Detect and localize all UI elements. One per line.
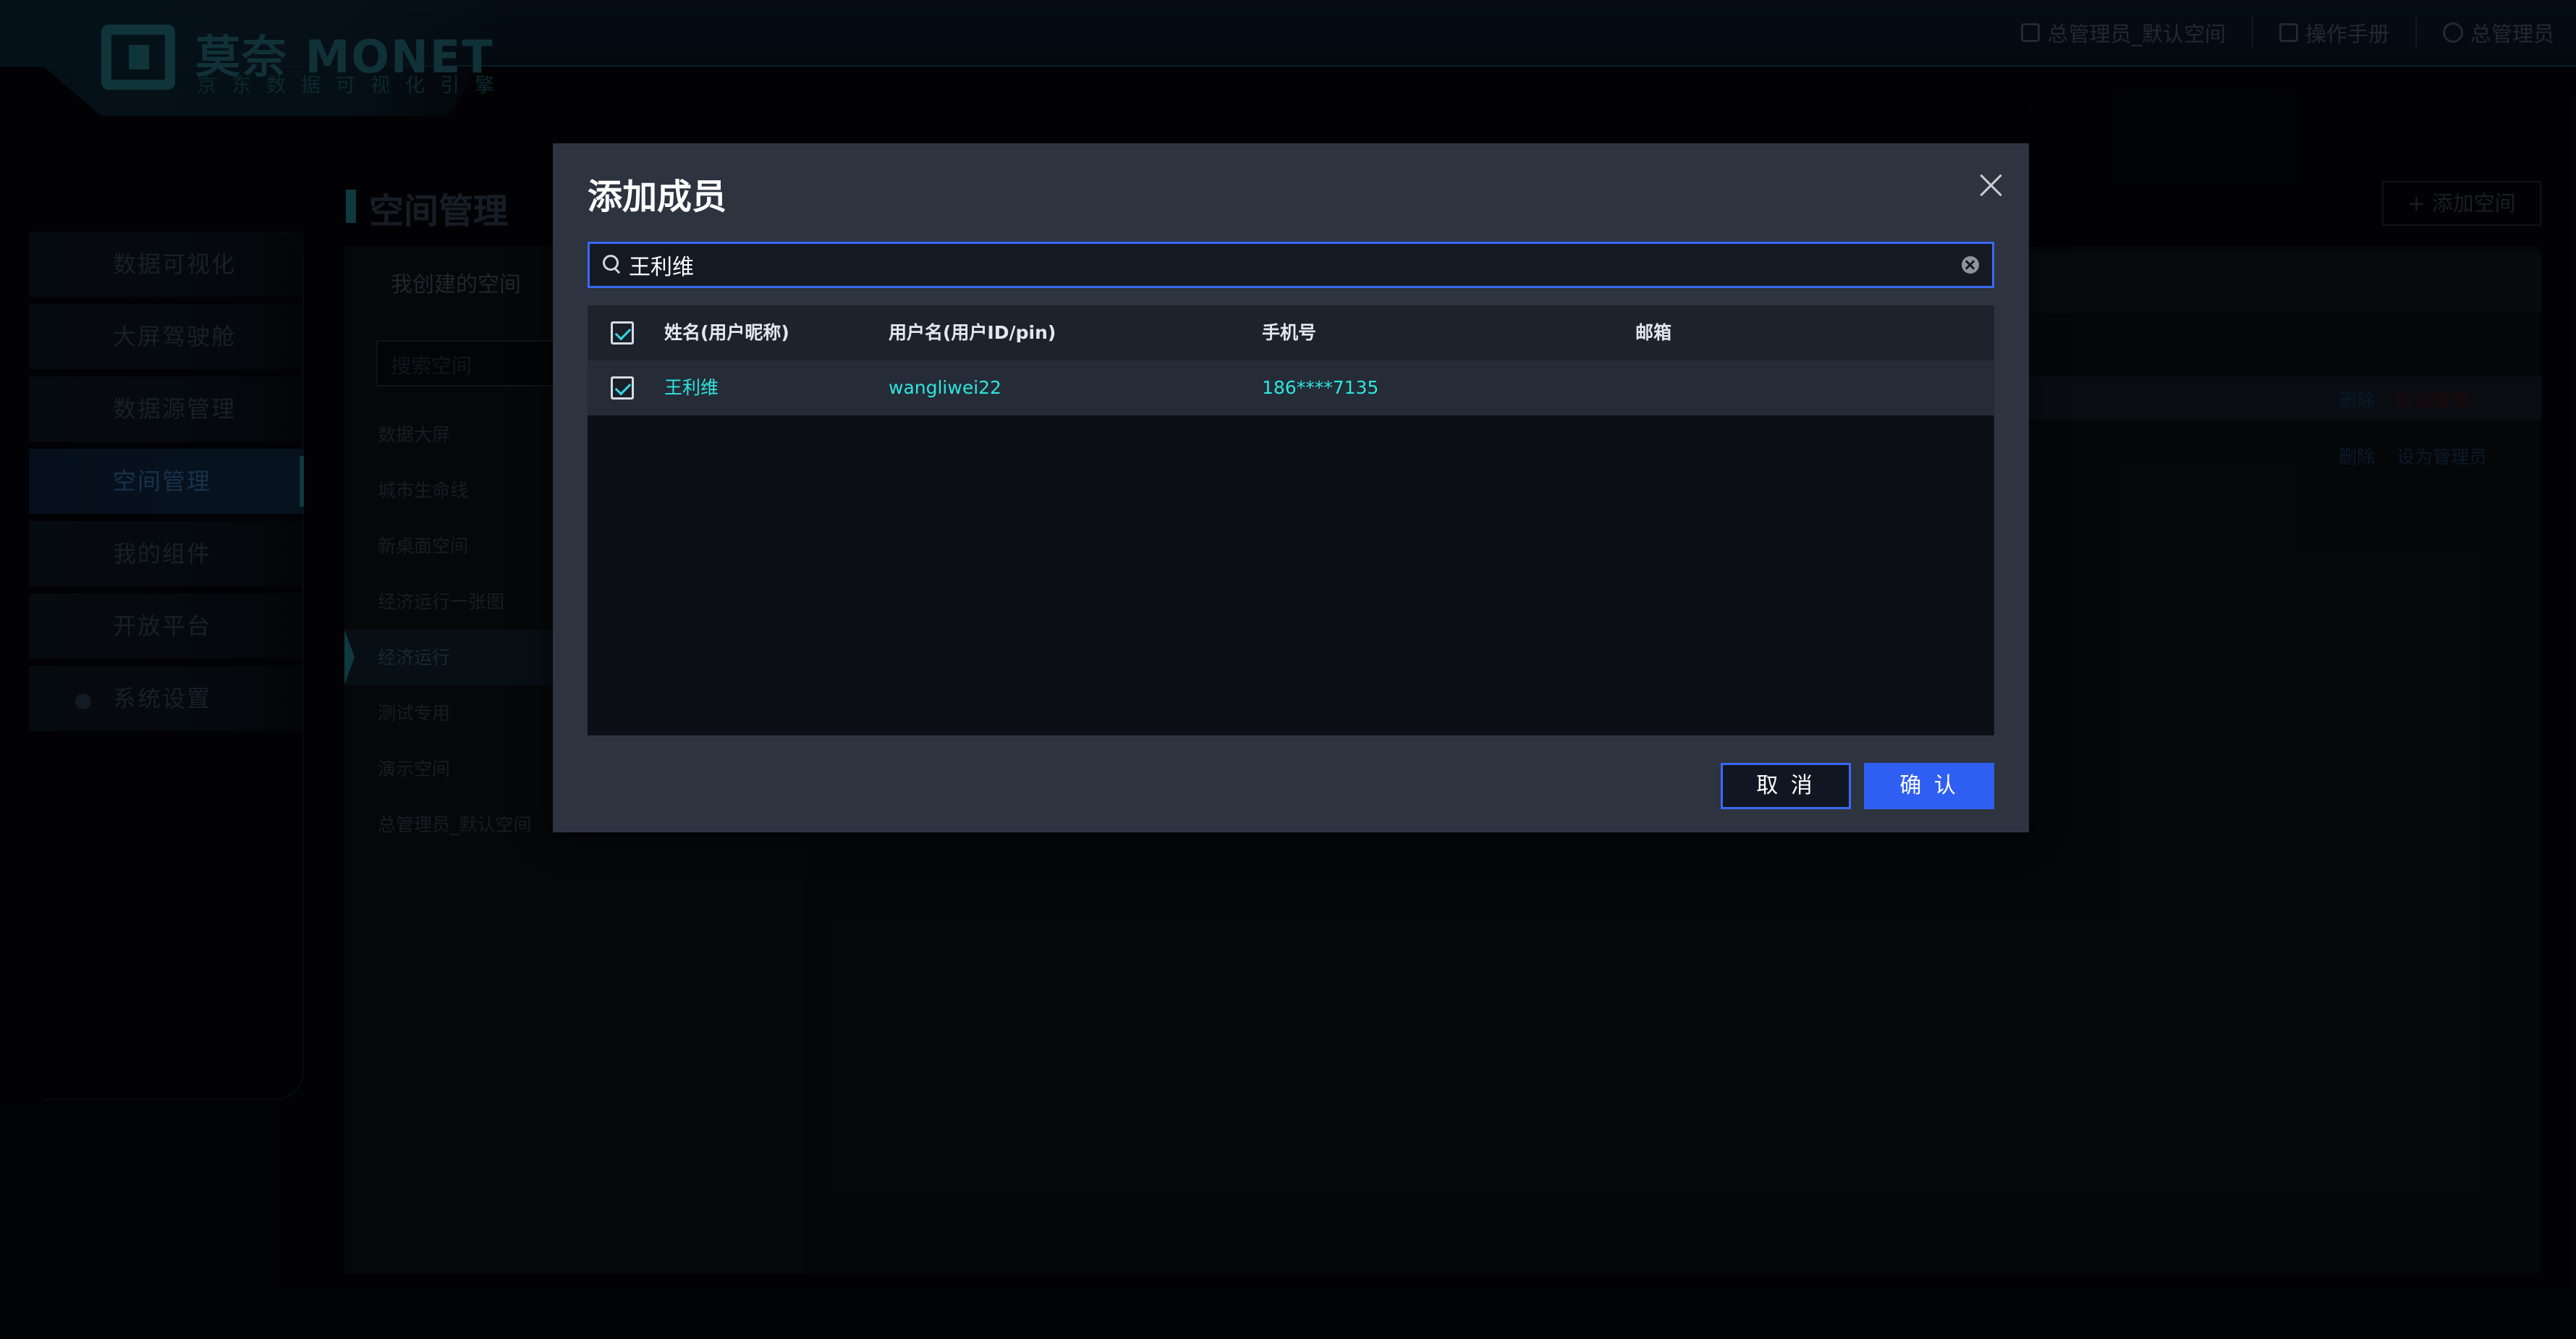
clear-icon[interactable] — [1962, 256, 1979, 274]
cell-phone: 186****7135 — [1262, 377, 1379, 398]
cell-username: wangliwei22 — [889, 377, 1001, 398]
cancel-button[interactable]: 取 消 — [1721, 763, 1851, 809]
table-row[interactable]: 王利维 wangliwei22 186****7135 — [588, 360, 1994, 415]
add-member-dialog: 添加成员 姓名(用户昵称) 用户名(用户ID/pin) 手机号 邮箱 王利维 w… — [553, 143, 2029, 832]
member-search-box — [588, 242, 1994, 288]
column-header-username: 用户名(用户ID/pin) — [889, 322, 1056, 343]
member-search-input[interactable] — [629, 245, 1962, 285]
cell-name: 王利维 — [664, 377, 719, 398]
close-icon[interactable] — [1975, 169, 2007, 201]
column-header-email: 邮箱 — [1635, 322, 1672, 343]
table-header: 姓名(用户昵称) 用户名(用户ID/pin) 手机号 邮箱 — [588, 305, 1994, 360]
page: 莫奈 MONET 京东数据可视化引擎 总管理员_默认空间 操作手册 总管理员 数… — [0, 0, 2576, 1339]
member-table: 姓名(用户昵称) 用户名(用户ID/pin) 手机号 邮箱 王利维 wangli… — [588, 305, 1994, 735]
column-header-name: 姓名(用户昵称) — [664, 322, 789, 343]
row-checkbox[interactable] — [611, 376, 634, 400]
confirm-button[interactable]: 确 认 — [1864, 763, 1994, 809]
dialog-title: 添加成员 — [588, 177, 727, 217]
search-icon — [603, 255, 623, 275]
column-header-phone: 手机号 — [1262, 322, 1317, 343]
select-all-checkbox[interactable] — [611, 321, 634, 345]
